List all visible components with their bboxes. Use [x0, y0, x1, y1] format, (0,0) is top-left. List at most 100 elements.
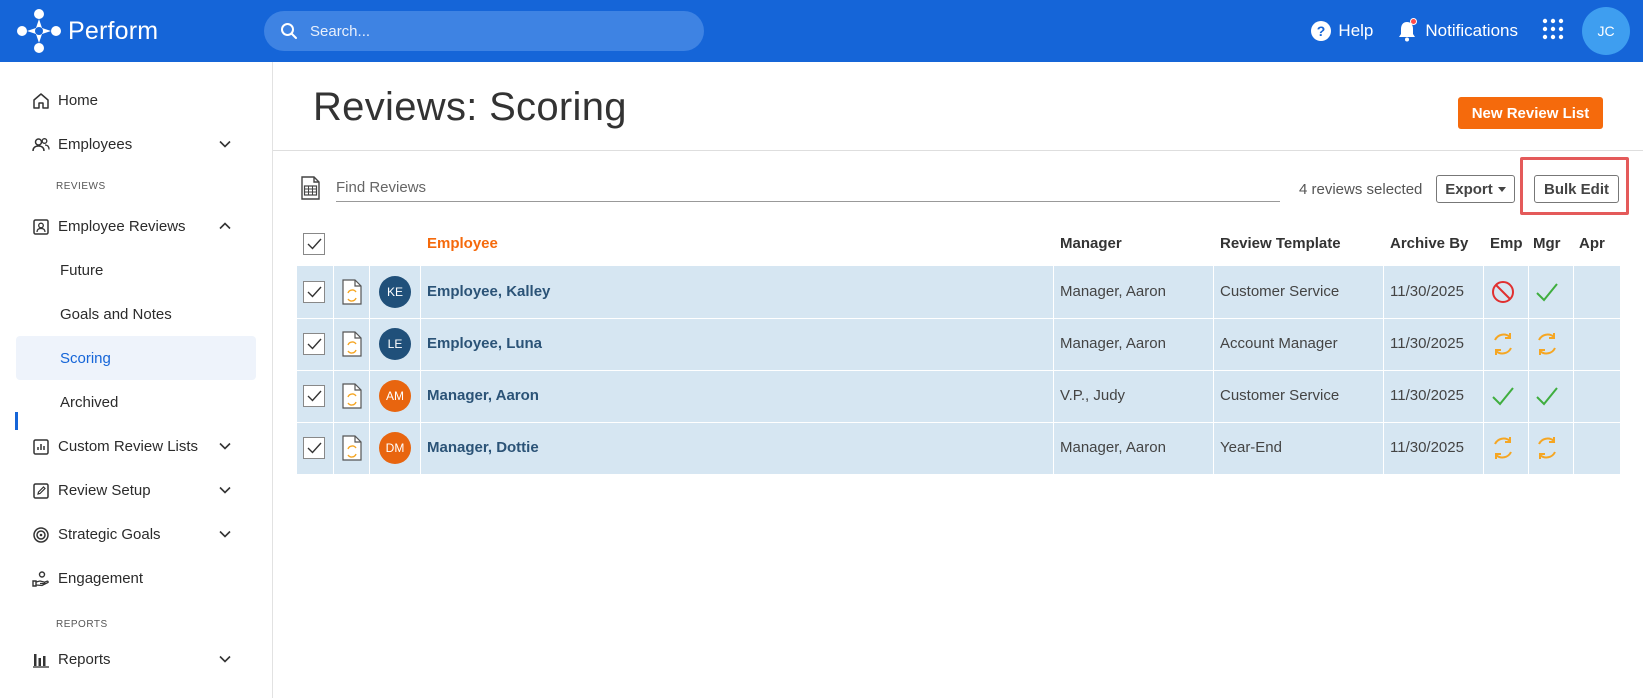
employee-avatar: AM	[379, 380, 411, 412]
review-template-cell: Account Manager	[1220, 335, 1338, 352]
header-divider	[273, 150, 1643, 151]
sidebar-item-label: Employees	[58, 135, 133, 153]
column-header-manager[interactable]: Manager	[1060, 235, 1122, 252]
apps-menu-button[interactable]	[1542, 18, 1564, 45]
in-progress-icon[interactable]	[1490, 331, 1516, 362]
row-divider	[297, 370, 1620, 371]
check-icon[interactable]	[1534, 383, 1560, 414]
manager-cell: Manager, Aaron	[1060, 335, 1166, 352]
row-checkbox[interactable]	[303, 385, 325, 407]
sidebar-item-reports[interactable]: Reports	[16, 637, 256, 681]
column-divider	[1528, 266, 1529, 474]
sidebar-item-label: Engagement	[58, 569, 144, 587]
sidebar-item-custom-review-lists[interactable]: Custom Review Lists	[16, 424, 256, 468]
archive-by-cell: 11/30/2025	[1390, 283, 1464, 300]
archive-by-cell: 11/30/2025	[1390, 439, 1464, 456]
column-header-archive-by[interactable]: Archive By	[1390, 235, 1468, 252]
review-document-icon[interactable]	[341, 435, 363, 466]
row-checkbox[interactable]	[303, 281, 325, 303]
sidebar-item-employees[interactable]: Employees	[16, 122, 256, 166]
checkmark-icon	[307, 286, 322, 298]
archive-by-cell: 11/30/2025	[1390, 335, 1464, 352]
employee-name-link[interactable]: Employee, Kalley	[427, 283, 550, 300]
sidebar-item-engagement[interactable]: Engagement	[16, 556, 256, 600]
home-icon	[33, 93, 49, 109]
help-link[interactable]: ? Help	[1310, 20, 1373, 42]
new-review-list-button[interactable]: New Review List	[1458, 97, 1603, 129]
employee-name-link[interactable]: Employee, Luna	[427, 335, 542, 352]
find-reviews-field[interactable]	[336, 174, 1280, 202]
column-header-mgr[interactable]: Mgr	[1533, 235, 1561, 252]
svg-text:?: ?	[1317, 23, 1326, 39]
column-header-review-template[interactable]: Review Template	[1220, 235, 1341, 252]
review-document-icon[interactable]	[341, 279, 363, 310]
help-label: Help	[1338, 21, 1374, 40]
notifications-label: Notifications	[1425, 21, 1518, 40]
sidebar-item-future[interactable]: Future	[16, 248, 256, 292]
sidebar-item-label: Home	[58, 91, 99, 109]
review-document-icon[interactable]	[341, 331, 363, 362]
sidebar-item-label: Review Setup	[58, 481, 151, 499]
bulk-edit-button[interactable]: Bulk Edit	[1534, 175, 1619, 203]
manager-cell: V.P., Judy	[1060, 387, 1126, 404]
sidebar-item-label: Strategic Goals	[58, 525, 161, 543]
row-checkbox[interactable]	[303, 437, 325, 459]
column-divider	[1383, 266, 1384, 474]
review-document-icon[interactable]	[341, 383, 363, 414]
column-header-emp[interactable]: Emp	[1490, 235, 1523, 252]
sidebar-item-strategic-goals[interactable]: Strategic Goals	[16, 512, 256, 556]
section-label-reviews: REVIEWS	[56, 181, 106, 192]
app-name: Perform	[68, 16, 159, 45]
help-icon: ?	[1311, 21, 1332, 41]
sidebar-item-home[interactable]: Home	[16, 78, 256, 122]
chevron-down-icon	[219, 655, 231, 663]
employee-name-link[interactable]: Manager, Dottie	[427, 439, 539, 456]
people-icon	[32, 138, 50, 152]
sidebar-item-label: Archived	[60, 393, 119, 411]
selected-count: 4 reviews selected	[1299, 181, 1423, 198]
chevron-down-icon	[219, 486, 231, 494]
sidebar-item-employee-reviews[interactable]: Employee Reviews	[16, 204, 256, 248]
column-header-apr[interactable]: Apr	[1579, 235, 1605, 252]
app-logo[interactable]: Perform	[16, 8, 158, 54]
engagement-icon	[32, 571, 49, 587]
sidebar-item-archived[interactable]: Archived	[16, 380, 256, 424]
sidebar-item-goals-and-notes[interactable]: Goals and Notes	[16, 292, 256, 336]
find-reviews-input[interactable]	[336, 174, 1280, 200]
chevron-down-icon	[219, 530, 231, 538]
spreadsheet-icon[interactable]	[299, 176, 321, 200]
column-divider	[420, 266, 421, 474]
export-button[interactable]: Export	[1436, 175, 1515, 203]
notifications-link[interactable]: Notifications	[1397, 18, 1518, 42]
search-input[interactable]	[310, 22, 690, 40]
in-progress-icon[interactable]	[1534, 331, 1560, 362]
blocked-icon[interactable]	[1490, 279, 1516, 310]
in-progress-icon[interactable]	[1534, 435, 1560, 466]
sidebar-item-label: Reports	[58, 650, 111, 668]
section-label-reports: REPORTS	[56, 619, 108, 630]
user-avatar[interactable]: JC	[1582, 7, 1630, 55]
review-template-cell: Year-End	[1220, 439, 1282, 456]
archive-by-cell: 11/30/2025	[1390, 387, 1464, 404]
column-divider	[333, 266, 334, 474]
checkmark-icon	[307, 390, 322, 402]
sidebar-item-label: Employee Reviews	[58, 217, 186, 235]
target-icon	[33, 527, 49, 543]
manager-cell: Manager, Aaron	[1060, 283, 1166, 300]
checkmark-icon	[307, 338, 322, 350]
in-progress-icon[interactable]	[1490, 435, 1516, 466]
sidebar-item-review-setup[interactable]: Review Setup	[16, 468, 256, 512]
sidebar-item-label: Goals and Notes	[60, 305, 172, 323]
row-checkbox[interactable]	[303, 333, 325, 355]
review-template-cell: Customer Service	[1220, 387, 1340, 404]
column-divider	[369, 266, 370, 474]
global-search[interactable]	[264, 11, 704, 51]
check-icon[interactable]	[1490, 383, 1516, 414]
employee-name-link[interactable]: Manager, Aaron	[427, 387, 539, 404]
select-all-checkbox[interactable]	[303, 233, 325, 255]
column-divider	[1573, 266, 1574, 474]
sidebar-item-scoring[interactable]: Scoring	[16, 336, 256, 380]
check-icon[interactable]	[1534, 279, 1560, 310]
grid-icon	[1542, 18, 1564, 39]
column-header-employee[interactable]: Employee	[427, 235, 498, 252]
